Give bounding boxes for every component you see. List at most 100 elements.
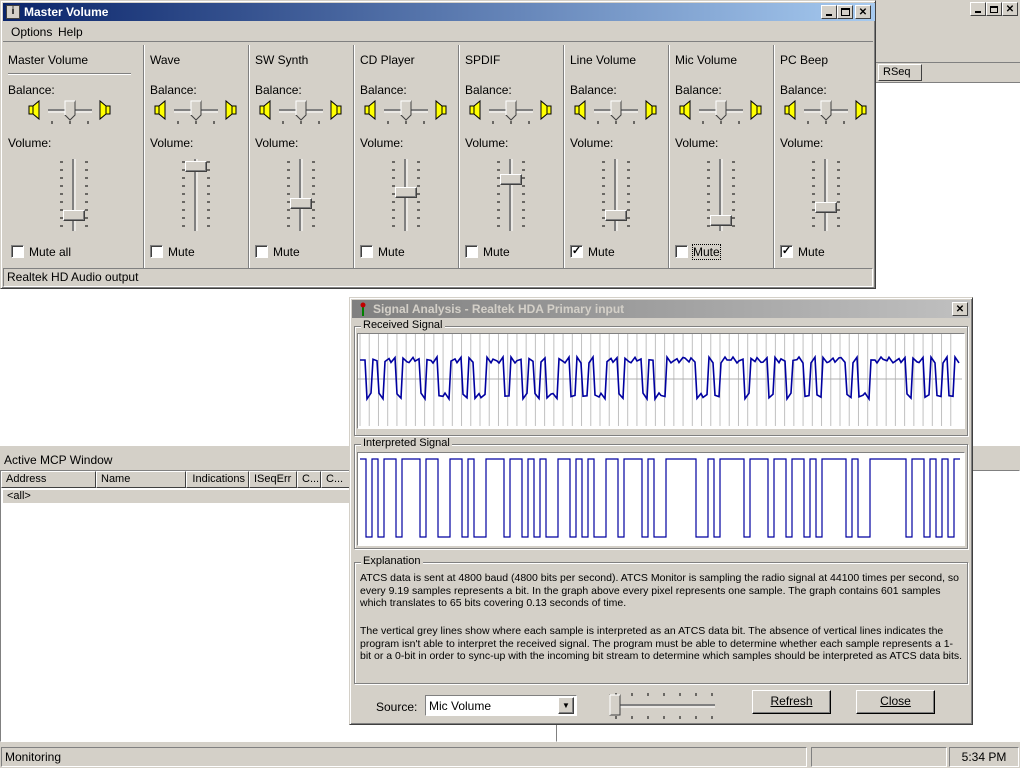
mute-checkbox[interactable]: ✓ [570, 245, 583, 258]
balance-slider[interactable] [671, 97, 771, 127]
speaker-left-icon [784, 99, 796, 121]
clock: 5:34 PM [949, 747, 1019, 767]
volume-thumb[interactable] [815, 202, 837, 213]
volume-thumb[interactable] [500, 174, 522, 185]
explanation-group: Explanation ATCS data is sent at 4800 ba… [354, 555, 968, 684]
title-bar: i Master Volume ✕ [3, 3, 875, 21]
balance-label: Balance: [150, 83, 197, 97]
sensitivity-slider[interactable] [605, 690, 717, 720]
bg-window-controls: ✕ [968, 2, 1018, 18]
menu-options[interactable]: Options [11, 25, 52, 39]
close-button[interactable]: ✕ [952, 302, 968, 316]
volume-thumb[interactable] [395, 187, 417, 198]
speaker-right-icon [855, 99, 867, 121]
mute-label: Mute [798, 245, 825, 259]
volume-label: Volume: [360, 136, 404, 150]
interpreted-signal-trace [360, 458, 960, 538]
received-signal-trace [360, 354, 960, 402]
channel-wave: Wave Balance: Volume: Mute [143, 45, 248, 269]
received-signal-label: Received Signal [361, 319, 445, 331]
source-select[interactable]: Mic Volume ▼ [425, 695, 577, 716]
chevron-down-icon[interactable]: ▼ [558, 697, 574, 714]
mute-checkbox[interactable] [465, 245, 478, 258]
volume-label: Volume: [150, 136, 194, 150]
balance-label: Balance: [255, 83, 302, 97]
speaker-right-icon [435, 99, 447, 121]
balance-slider[interactable] [356, 97, 456, 127]
volume-label: Volume: [780, 136, 824, 150]
menu-help[interactable]: Help [58, 25, 83, 39]
mute-checkbox[interactable] [11, 245, 24, 258]
mute-label: Mute all [29, 245, 72, 259]
balance-label: Balance: [675, 83, 722, 97]
channel-name: Wave [150, 53, 181, 67]
close-button[interactable]: ✕ [855, 5, 871, 19]
status-text: Monitoring [1, 747, 807, 767]
channel-name: SPDIF [465, 53, 501, 67]
column-header-indications[interactable]: Indications [186, 471, 249, 488]
channel-pc-beep: PC Beep Balance: Volume: ✓ Mute [773, 45, 878, 269]
app-icon: i [6, 5, 20, 19]
volume-slider[interactable] [285, 155, 317, 235]
volume-thumb[interactable] [605, 210, 627, 221]
channel-spdif: SPDIF Balance: Volume: Mute [458, 45, 563, 269]
restore-button[interactable] [986, 2, 1002, 16]
column-header-c2[interactable]: C... [321, 471, 351, 488]
column-header-name[interactable]: Name [96, 471, 186, 488]
channel-name: Mic Volume [675, 53, 738, 67]
volume-slider[interactable] [495, 155, 527, 235]
signal-analysis-window: Signal Analysis - Realtek HDA Primary in… [349, 297, 973, 725]
channel-mic-volume: Mic Volume Balance: Volume: Mute [668, 45, 773, 269]
column-header-iseqerr[interactable]: ISeqErr [249, 471, 297, 488]
volume-slider[interactable] [180, 155, 212, 235]
balance-slider[interactable] [146, 97, 246, 127]
explanation-text-1: ATCS data is sent at 4800 baud (4800 bit… [360, 572, 960, 609]
volume-thumb[interactable] [63, 210, 85, 221]
close-dialog-button[interactable]: Close [856, 690, 935, 714]
volume-thumb[interactable] [185, 161, 207, 172]
refresh-button[interactable]: Refresh [752, 690, 831, 714]
status-bar: Realtek HD Audio output [3, 268, 873, 287]
volume-thumb[interactable] [290, 198, 312, 209]
mute-checkbox[interactable] [675, 245, 688, 258]
close-button[interactable]: ✕ [1002, 2, 1018, 16]
balance-slider[interactable] [776, 97, 876, 127]
volume-thumb[interactable] [710, 215, 732, 226]
volume-slider[interactable] [58, 155, 90, 235]
mute-label: Mute [378, 245, 405, 259]
minimize-button[interactable] [821, 5, 837, 19]
mute-checkbox[interactable] [150, 245, 163, 258]
balance-slider[interactable] [461, 97, 561, 127]
channel-cd-player: CD Player Balance: Volume: Mute [353, 45, 458, 269]
balance-label: Balance: [360, 83, 407, 97]
menu-bar: Options Help [3, 23, 875, 41]
column-header-c1[interactable]: C... [297, 471, 321, 488]
speaker-right-icon [750, 99, 762, 121]
speaker-left-icon [574, 99, 586, 121]
balance-slider[interactable] [251, 97, 351, 127]
volume-slider[interactable] [390, 155, 422, 235]
mute-label: Mute [273, 245, 300, 259]
window-title: Signal Analysis - Realtek HDA Primary in… [373, 302, 625, 316]
volume-label: Volume: [465, 136, 509, 150]
volume-label: Volume: [255, 136, 299, 150]
mute-label: Mute [483, 245, 510, 259]
balance-slider[interactable] [566, 97, 666, 127]
speaker-left-icon [679, 99, 691, 121]
speaker-right-icon [225, 99, 237, 121]
column-header-address[interactable]: Address [1, 471, 96, 488]
mute-checkbox[interactable] [360, 245, 373, 258]
volume-slider[interactable] [600, 155, 632, 235]
rseq-column-header[interactable]: RSeq [878, 64, 922, 81]
speaker-right-icon [540, 99, 552, 121]
volume-slider[interactable] [705, 155, 737, 235]
mute-checkbox[interactable]: ✓ [780, 245, 793, 258]
mute-checkbox[interactable] [255, 245, 268, 258]
window-title: Master Volume [24, 5, 109, 19]
minimize-button[interactable] [970, 2, 986, 16]
mute-label: Mute [168, 245, 195, 259]
volume-slider[interactable] [810, 155, 842, 235]
balance-slider[interactable] [20, 97, 120, 127]
channel-name: PC Beep [780, 53, 829, 67]
maximize-button[interactable] [837, 5, 853, 19]
